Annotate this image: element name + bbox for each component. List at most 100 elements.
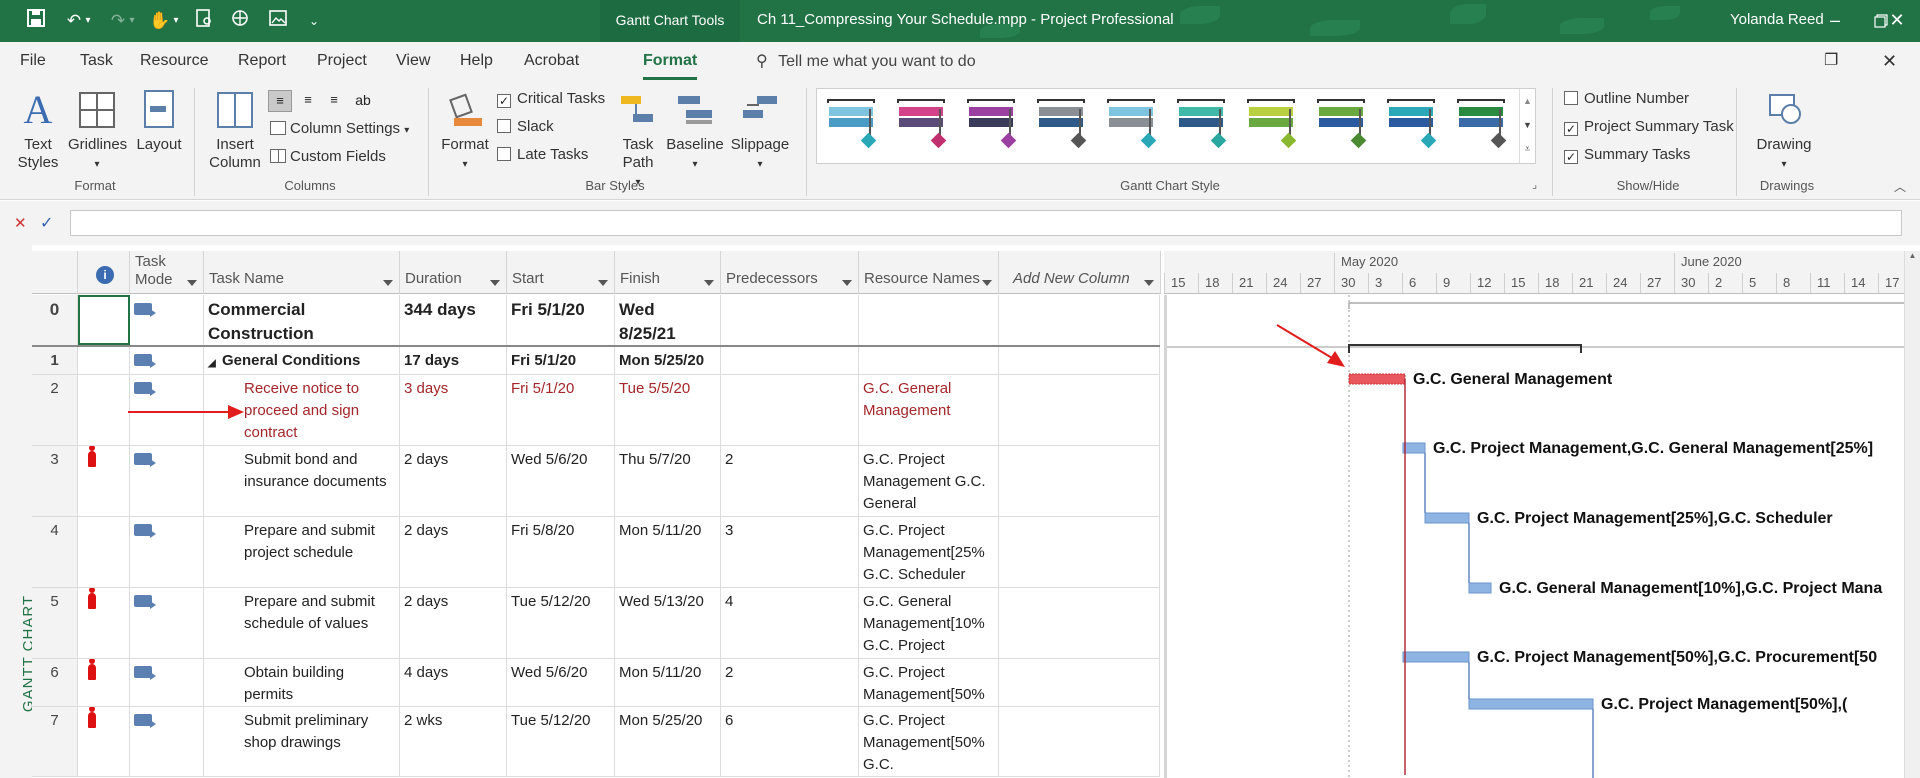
indicators-cell[interactable] — [78, 659, 130, 706]
start-cell[interactable]: Wed 5/6/20 — [507, 446, 615, 516]
row-number[interactable]: 7 — [32, 707, 78, 776]
drawing-button[interactable]: Drawing ▾ — [1748, 88, 1820, 174]
user-name[interactable]: Yolanda Reed — [1730, 0, 1824, 42]
bar-format-button[interactable]: Format ▾ — [436, 88, 494, 174]
align-right-button[interactable]: ≡ — [322, 90, 346, 112]
task-path-button[interactable]: Task Path ▾ — [612, 88, 664, 192]
predecessors-header[interactable]: Predecessors — [721, 251, 859, 294]
gantt-style-option[interactable] — [965, 99, 1021, 159]
res-cell[interactable]: G.C. General Management — [859, 375, 999, 445]
add-new-column-cell[interactable] — [999, 659, 1160, 706]
filter-dropdown-icon[interactable] — [1144, 280, 1154, 286]
task-mode-cell[interactable] — [130, 446, 204, 516]
close-icon[interactable]: ✕ — [1874, 0, 1920, 42]
duration-cell[interactable]: 2 days — [400, 588, 507, 658]
gantt-style-option[interactable] — [1315, 99, 1371, 159]
filter-dropdown-icon[interactable] — [383, 280, 393, 286]
task-mode-cell[interactable] — [130, 347, 204, 374]
add-new-column-cell[interactable] — [999, 295, 1160, 345]
entry-input[interactable] — [70, 210, 1902, 236]
task-name-cell[interactable]: Prepare and submit schedule of values — [204, 588, 400, 658]
indicators-cell[interactable] — [78, 347, 130, 374]
pred-cell[interactable]: 2 — [721, 659, 859, 706]
start-header[interactable]: Start — [507, 251, 615, 294]
gallery-scroll-down-icon[interactable]: ▼ — [1519, 113, 1535, 137]
publish-icon[interactable] — [228, 9, 252, 33]
confirm-entry-icon[interactable]: ✓ — [40, 213, 53, 233]
cancel-entry-icon[interactable]: ✕ — [14, 214, 27, 232]
finish-cell[interactable]: Thu 5/7/20 — [615, 446, 721, 516]
dialog-launcher-icon[interactable]: ⌟ — [1532, 178, 1537, 191]
redo-dropdown-icon[interactable]: ▾ — [126, 9, 138, 33]
duration-cell[interactable]: 17 days — [400, 347, 507, 374]
finish-cell[interactable]: Mon 5/11/20 — [615, 517, 721, 587]
task-mode-cell[interactable] — [130, 517, 204, 587]
gantt-chart[interactable]: G.C. General Management G.C. Project Mana… — [1164, 295, 1904, 778]
tab-help[interactable]: Help — [460, 42, 493, 82]
collapse-triangle-icon[interactable]: ◢ — [208, 353, 216, 374]
task-name-cell[interactable]: Submit preliminary shop drawings — [204, 707, 400, 776]
task-name-cell[interactable]: ◢ General Conditions — [204, 347, 400, 374]
duration-cell[interactable]: 2 days — [400, 446, 507, 516]
tab-task[interactable]: Task — [80, 42, 113, 82]
finish-cell[interactable]: Wed 8/25/21 — [615, 295, 721, 345]
print-preview-icon[interactable] — [192, 9, 216, 33]
row-number[interactable]: 0 — [32, 295, 78, 345]
add-new-column-cell[interactable] — [999, 375, 1160, 445]
add-new-column-cell[interactable] — [999, 446, 1160, 516]
indicators-cell[interactable] — [78, 517, 130, 587]
touch-dropdown-icon[interactable]: ▾ — [170, 9, 182, 33]
finish-header[interactable]: Finish — [615, 251, 721, 294]
scroll-up-icon[interactable]: ▲ — [1905, 251, 1920, 267]
tab-report[interactable]: Report — [238, 42, 286, 82]
indicators-cell[interactable] — [78, 295, 130, 345]
duration-cell[interactable]: 2 days — [400, 517, 507, 587]
filter-dropdown-icon[interactable] — [187, 280, 197, 286]
row-number[interactable]: 1 — [32, 347, 78, 374]
critical-tasks-checkbox[interactable]: ✓ Critical Tasks — [497, 90, 605, 108]
image-export-icon[interactable] — [266, 9, 290, 33]
tab-acrobat[interactable]: Acrobat — [524, 42, 579, 82]
task-name-cell[interactable]: Submit bond and insurance documents — [204, 446, 400, 516]
filter-dropdown-icon[interactable] — [704, 280, 714, 286]
res-cell[interactable] — [859, 295, 999, 345]
filter-dropdown-icon[interactable] — [598, 280, 608, 286]
task-name-cell[interactable]: ◢Commercial Construction — [204, 295, 400, 345]
view-label[interactable]: GANTT CHART — [0, 245, 37, 778]
gantt-style-option[interactable] — [1455, 99, 1511, 159]
finish-cell[interactable]: Wed 5/13/20 — [615, 588, 721, 658]
duration-cell[interactable]: 344 days — [400, 295, 507, 345]
duration-header[interactable]: Duration — [400, 251, 507, 294]
task-name-cell[interactable]: Prepare and submit project schedule — [204, 517, 400, 587]
collapse-ribbon-icon[interactable]: ︿ — [1894, 178, 1906, 195]
align-center-button[interactable]: ≡ — [296, 90, 320, 112]
filter-dropdown-icon[interactable] — [490, 280, 500, 286]
pred-cell[interactable]: 6 — [721, 707, 859, 776]
row-number[interactable]: 4 — [32, 517, 78, 587]
late-tasks-checkbox[interactable]: Late Tasks — [497, 146, 588, 164]
row-number[interactable]: 5 — [32, 588, 78, 658]
start-cell[interactable]: Fri 5/1/20 — [507, 295, 615, 345]
pred-cell[interactable]: 4 — [721, 588, 859, 658]
finish-cell[interactable]: Mon 5/25/20 — [615, 707, 721, 776]
close-window-icon[interactable]: ✕ — [1882, 42, 1897, 82]
task-name-header[interactable]: Task Name — [204, 251, 400, 294]
row-number[interactable]: 2 — [32, 375, 78, 445]
task-row[interactable]: 1 ◢ General Conditions 17 days Fri 5/1/20 Mon… — [32, 347, 1160, 375]
duration-cell[interactable]: 2 wks — [400, 707, 507, 776]
select-all-header[interactable] — [32, 251, 78, 294]
add-new-column-header[interactable]: Add New Column — [999, 251, 1161, 294]
task-mode-cell[interactable] — [130, 588, 204, 658]
task-mode-cell[interactable] — [130, 659, 204, 706]
slack-checkbox[interactable]: Slack — [497, 118, 554, 136]
start-cell[interactable]: Tue 5/12/20 — [507, 588, 615, 658]
start-cell[interactable]: Fri 5/1/20 — [507, 347, 615, 374]
gantt-style-option[interactable] — [1105, 99, 1161, 159]
add-new-column-cell[interactable] — [999, 517, 1160, 587]
task-mode-cell[interactable] — [130, 707, 204, 776]
column-settings-button[interactable]: Column Settings ▾ — [270, 120, 409, 140]
filter-dropdown-icon[interactable] — [842, 280, 852, 286]
minimize-icon[interactable]: – — [1812, 0, 1858, 42]
task-row[interactable]: 6 Obtain building permits 4 days Wed 5/6/20… — [32, 659, 1160, 707]
project-summary-task-checkbox[interactable]: ✓ Project Summary Task — [1564, 118, 1734, 136]
